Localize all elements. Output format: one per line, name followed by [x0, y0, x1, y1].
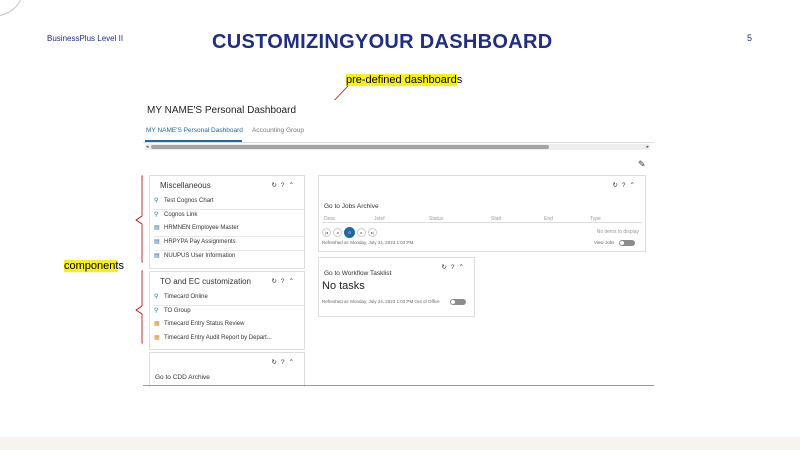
card-actions: ↻?⌃	[612, 181, 639, 189]
list-item[interactable]: ⚲ Cognos Link	[154, 211, 304, 223]
pagination: |◂ ◂ 0 ▸ ▸|	[322, 227, 379, 238]
help-icon[interactable]: ?	[281, 182, 289, 189]
item-label: Timecard Entry Status Review	[164, 321, 245, 327]
list-item[interactable]: ⚲ TO Group	[154, 307, 304, 319]
item-label: HRMNEN Employee Master	[164, 225, 239, 231]
refresh-text: Refreshed at: Monday, July 24, 2023 1:03…	[322, 299, 414, 304]
refresh-icon[interactable]: ↻	[271, 182, 280, 189]
view-jobs-toggle[interactable]	[619, 240, 635, 246]
card-actions: ↻?⌃	[271, 181, 298, 189]
refresh-icon[interactable]: ↻	[441, 264, 450, 271]
refresh-timestamp: Refreshed at: Monday, July 24, 2023 1:03…	[322, 299, 440, 304]
report-icon: ▦	[154, 335, 160, 341]
table-divider	[322, 222, 642, 223]
last-page-icon[interactable]: ▸|	[368, 228, 377, 237]
screen-icon: ▤	[154, 225, 160, 231]
card-title[interactable]: Go to CDD Archive	[155, 374, 210, 381]
report-icon: ▦	[154, 321, 160, 327]
screenshot-bottom-border	[143, 385, 654, 386]
item-label: Timecard Entry Audit Report by Depart...	[164, 335, 272, 341]
link-icon: ⚲	[154, 308, 159, 314]
card-header: Miscellaneous ↻?⌃	[150, 176, 304, 194]
toggle-label: View Jobs	[594, 240, 615, 245]
scroll-right-arrow-icon[interactable]: ▸	[646, 144, 649, 150]
dashboard-title: MY NAME'S Personal Dashboard	[147, 105, 297, 116]
scrollbar-thumb[interactable]	[151, 145, 549, 149]
card-title: Miscellaneous	[160, 181, 211, 190]
item-label: Timecard Online	[164, 294, 208, 300]
card-actions: ↻?⌃	[271, 358, 298, 366]
to-ec-card: TO and EC customization ↻?⌃ ⚲ Timecard On…	[149, 271, 305, 350]
collapse-icon[interactable]: ⌃	[289, 278, 298, 285]
refresh-icon[interactable]: ↻	[271, 278, 280, 285]
dashboard-screenshot: MY NAME'S Personal Dashboard MY NAME'S P…	[143, 100, 654, 387]
item-label: NUUPUS User Information	[164, 253, 236, 259]
link-icon: ⚲	[154, 212, 159, 218]
workflow-tasklist-card: ↻?⌃ Go to Workflow Tasklist No tasks Ref…	[318, 257, 475, 317]
help-icon[interactable]: ?	[622, 182, 630, 189]
card-actions: ↻?⌃	[441, 263, 468, 271]
list-item[interactable]: ▤ HRPYPA Pay Assignments	[154, 238, 304, 251]
card-title[interactable]: Go to Workflow Tasklist	[324, 270, 391, 277]
help-icon[interactable]: ?	[281, 359, 289, 366]
card-header: ↻?⌃	[319, 176, 645, 194]
refresh-icon[interactable]: ↻	[612, 182, 621, 189]
scroll-left-arrow-icon[interactable]: ◂	[146, 144, 149, 150]
list-item[interactable]: ▤ HRMNEN Employee Master	[154, 224, 304, 237]
out-of-office-toggle[interactable]	[450, 299, 466, 305]
item-label: Cognos Link	[164, 212, 198, 218]
misc-card: Miscellaneous ↻?⌃ ⚲ Test Cognos Chart ⚲ Co…	[149, 175, 305, 269]
collapse-icon[interactable]: ⌃	[459, 264, 468, 271]
horizontal-scrollbar[interactable]: ◂ ▸	[145, 144, 650, 150]
list-item[interactable]: ▤ NUUPUS User Information	[154, 252, 304, 264]
link-icon: ⚲	[154, 294, 159, 300]
list-item[interactable]: ⚲ Timecard Online	[154, 293, 304, 306]
list-item[interactable]: ▦ Timecard Entry Audit Report by Depart..…	[154, 334, 304, 346]
refresh-timestamp: Refreshed at: Monday, July 24, 2023 1:03…	[322, 240, 414, 245]
link-icon: ⚲	[154, 198, 159, 204]
list-item[interactable]: ⚲ Test Cognos Chart	[154, 197, 304, 210]
first-page-icon[interactable]: |◂	[322, 228, 331, 237]
jobs-archive-card: ↻?⌃ Go to Jobs Archive Desc Job# Status …	[318, 175, 646, 252]
empty-message: No items to display	[596, 229, 639, 235]
item-label: Test Cognos Chart	[164, 198, 214, 204]
collapse-icon[interactable]: ⌃	[289, 182, 298, 189]
refresh-icon[interactable]: ↻	[271, 359, 280, 366]
item-label: TO Group	[164, 308, 191, 314]
collapse-icon[interactable]: ⌃	[289, 359, 298, 366]
screen-icon: ▤	[154, 239, 160, 245]
collapse-icon[interactable]: ⌃	[630, 182, 639, 189]
no-tasks-label: No tasks	[322, 280, 365, 292]
tab-personal-dashboard[interactable]: MY NAME'S Personal Dashboard	[146, 127, 243, 134]
card-actions: ↻?⌃	[271, 277, 298, 285]
card-title[interactable]: Go to Jobs Archive	[324, 203, 379, 210]
card-title: TO and EC customization	[160, 277, 252, 286]
help-icon[interactable]: ?	[281, 278, 289, 285]
help-icon[interactable]: ?	[451, 264, 459, 271]
edit-pencil-icon[interactable]: ✎	[638, 159, 646, 170]
card-header: TO and EC customization ↻?⌃	[150, 272, 304, 290]
next-page-icon[interactable]: ▸	[357, 228, 366, 237]
card-header: ↻?⌃	[150, 353, 304, 371]
cdd-archive-card: ↻?⌃ Go to CDD Archive	[149, 352, 305, 387]
prev-page-icon[interactable]: ◂	[333, 228, 342, 237]
item-label: HRPYPA Pay Assignments	[164, 239, 236, 245]
active-tab-indicator	[145, 140, 242, 142]
screen-icon: ▤	[154, 253, 160, 259]
list-item[interactable]: ▦ Timecard Entry Status Review	[154, 320, 304, 332]
tab-accounting-group[interactable]: Accounting Group	[252, 127, 304, 134]
toggle-label: Out of Office	[414, 299, 440, 304]
current-page[interactable]: 0	[344, 227, 355, 238]
